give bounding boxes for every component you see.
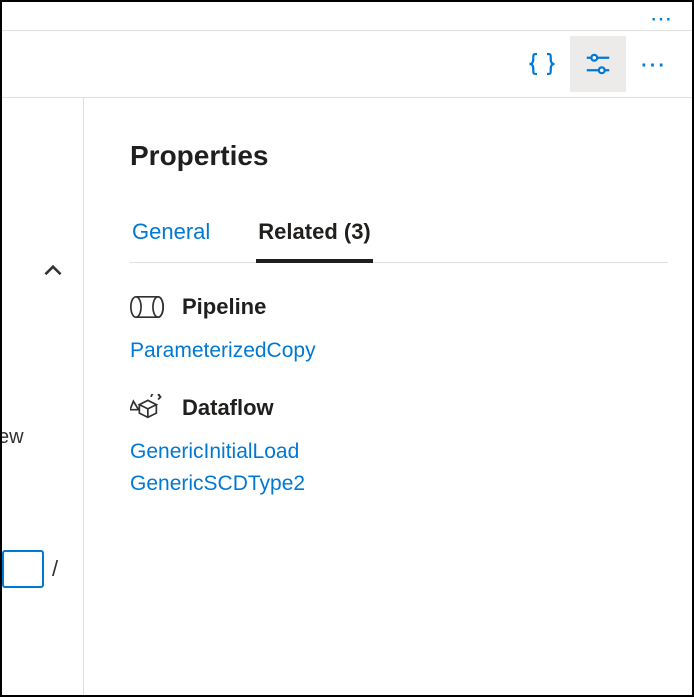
dataflow-link-1[interactable]: GenericInitialLoad bbox=[130, 436, 668, 469]
sliders-icon bbox=[583, 49, 613, 79]
chevron-up-icon bbox=[40, 258, 66, 284]
tab-related[interactable]: Related (3) bbox=[256, 219, 372, 263]
tab-general[interactable]: General bbox=[130, 219, 212, 263]
properties-panel: Properties General Related (3) Pipeline … bbox=[84, 98, 692, 695]
braces-icon bbox=[527, 49, 557, 79]
header-toolbar: ⋯ bbox=[2, 30, 692, 98]
section-dataflow-title: Dataflow bbox=[182, 395, 274, 421]
path-fragment: / bbox=[2, 550, 64, 588]
section-dataflow-head: Dataflow bbox=[130, 394, 668, 422]
path-input[interactable] bbox=[2, 550, 44, 588]
properties-toggle-button[interactable] bbox=[570, 36, 626, 92]
path-separator: / bbox=[52, 556, 58, 582]
collapse-button[interactable] bbox=[40, 258, 66, 289]
section-pipeline-head: Pipeline bbox=[130, 293, 668, 321]
header-overflow-button[interactable]: ⋯ bbox=[626, 51, 682, 77]
truncated-label: ew bbox=[2, 426, 24, 449]
dataflow-icon bbox=[130, 394, 164, 422]
code-view-button[interactable] bbox=[514, 36, 570, 92]
section-dataflow: Dataflow GenericInitialLoad GenericSCDTy… bbox=[130, 394, 668, 501]
left-gutter: ew / bbox=[2, 98, 84, 695]
app-frame: ⋯ ⋯ ew / Pro bbox=[0, 0, 694, 697]
dataflow-link-2[interactable]: GenericSCDType2 bbox=[130, 468, 668, 501]
tab-strip: General Related (3) bbox=[130, 218, 668, 263]
panel-title: Properties bbox=[130, 140, 668, 172]
section-pipeline-title: Pipeline bbox=[182, 294, 266, 320]
section-pipeline: Pipeline ParameterizedCopy bbox=[130, 293, 668, 368]
window-overflow-icon[interactable]: ⋯ bbox=[650, 8, 674, 30]
pipeline-link[interactable]: ParameterizedCopy bbox=[130, 335, 668, 368]
pipeline-icon bbox=[130, 293, 164, 321]
